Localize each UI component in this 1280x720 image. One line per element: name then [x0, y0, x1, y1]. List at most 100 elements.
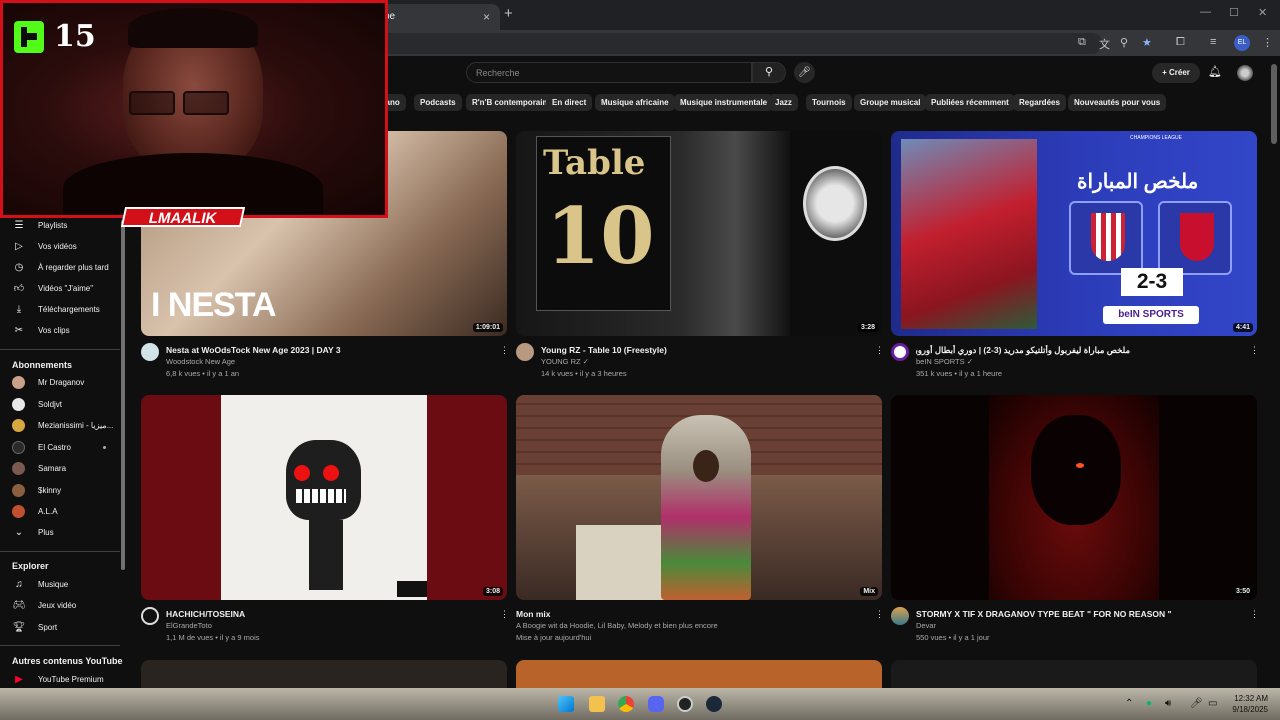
sidebar-item-subscription[interactable]: Mr Draganov [0, 372, 120, 393]
sidebar-item-subscription[interactable]: A.L.A [0, 501, 120, 522]
youtube-icon: ▶ [15, 674, 23, 685]
chip[interactable]: Musique africaine [595, 94, 675, 111]
sidebar-item-your-clips[interactable]: ✂ Vos clips [0, 320, 120, 341]
channel-avatar[interactable] [891, 343, 909, 361]
tab-close-icon[interactable]: × [483, 4, 490, 30]
champions-league-badge: CHAMPIONS LEAGUE [1130, 135, 1182, 141]
search-icon[interactable]: ⚲ [752, 62, 786, 83]
menu-icon[interactable]: ⋮ [1262, 36, 1273, 49]
sidebar-scrollbar[interactable] [121, 220, 125, 570]
minimize-icon[interactable]: — [1200, 6, 1211, 18]
channel-avatar[interactable] [141, 343, 159, 361]
more-actions-icon[interactable]: ⋮ [875, 345, 884, 356]
avatar[interactable] [1237, 65, 1253, 81]
chip[interactable]: Tournois [806, 94, 852, 111]
more-actions-icon[interactable]: ⋮ [1250, 345, 1259, 356]
video-title[interactable]: Nesta at WoOdsTock New Age 2023 | DAY 3 [166, 345, 341, 355]
search-input[interactable]: Recherche [466, 62, 752, 83]
chrome-icon[interactable] [618, 696, 634, 712]
sidebar-item-music[interactable]: ♫ Musique [0, 574, 120, 595]
profile-avatar[interactable]: EL [1234, 35, 1250, 51]
thumbnail-text: ملخص المباراة [1077, 171, 1199, 193]
video-thumbnail[interactable]: CHAMPIONS LEAGUE ملخص المباراة 2-3 beIN … [891, 131, 1257, 336]
sidebar-item-label: Sport [38, 623, 58, 632]
chip[interactable]: R'n'B contemporain [466, 94, 554, 111]
channel-name[interactable]: Woodstock New Age [166, 357, 235, 366]
speaker-icon[interactable]: 🔊︎ [1165, 698, 1171, 709]
address-bar[interactable] [360, 33, 1102, 54]
windows-start-icon[interactable] [558, 696, 574, 712]
file-explorer-icon[interactable] [589, 696, 605, 712]
more-actions-icon[interactable]: ⋮ [1250, 609, 1259, 620]
discord-icon[interactable] [648, 696, 664, 712]
maximize-icon[interactable]: ☐ [1229, 6, 1239, 19]
chip[interactable]: Musique instrumentale [674, 94, 774, 111]
page-scrollbar[interactable] [1271, 64, 1277, 144]
channel-avatar [12, 484, 25, 497]
video-thumbnail[interactable]: 3:50 [891, 395, 1257, 600]
sidebar-item-more[interactable]: ⌄ Plus [0, 522, 120, 543]
chevron-up-icon[interactable]: ⌃ [1125, 698, 1133, 709]
microphone-icon[interactable]: 🎤︎ [1190, 698, 1203, 709]
chip[interactable]: En direct [546, 94, 593, 111]
channel-name[interactable]: Devar [916, 621, 936, 630]
chip[interactable]: Nouveautés pour vous [1068, 94, 1167, 111]
reading-list-icon[interactable]: ≡ [1210, 36, 1216, 48]
glasses-lens [129, 91, 175, 115]
video-title[interactable]: Mon mix [516, 609, 550, 619]
channel-avatar[interactable] [891, 607, 909, 625]
sidebar-item-subscription[interactable]: El Castro [0, 437, 120, 458]
video-title[interactable]: Young RZ - Table 10 (Freestyle) [541, 345, 667, 355]
video-title[interactable]: HACHICH/TOSEINA [166, 609, 245, 619]
sidebar-item-playlists[interactable]: ☰ Playlists [0, 215, 120, 236]
chip[interactable]: Groupe musical [854, 94, 927, 111]
sidebar-item-gaming[interactable]: 🎮︎ Jeux vidéo [0, 595, 120, 616]
video-thumbnail[interactable]: 3:08 [141, 395, 507, 600]
video-title[interactable]: STORMY X TIF X DRAGANOV TYPE BEAT " FOR … [916, 609, 1172, 619]
sidebar-item-youtube-premium[interactable]: ▶ YouTube Premium [0, 669, 120, 690]
window-close-icon[interactable]: ✕ [1258, 6, 1267, 19]
translate-icon[interactable]: 文 [1099, 36, 1110, 52]
sidebar-item-your-videos[interactable]: ▷ Vos vidéos [0, 236, 120, 257]
chip[interactable]: Podcasts [414, 94, 462, 111]
browser-tab[interactable]: be × [370, 4, 500, 30]
sidebar-item-subscription[interactable]: Mezianissimi - ميزيا... [0, 415, 120, 436]
chip[interactable]: Jazz [769, 94, 798, 111]
channel-name[interactable]: ElGrandeToto [166, 621, 212, 630]
chip[interactable]: Publiées récemment [925, 94, 1015, 111]
microphone-icon[interactable]: 🎤︎ [794, 62, 815, 83]
video-thumbnail[interactable]: Table 10 3:28 [516, 131, 882, 336]
more-actions-icon[interactable]: ⋮ [875, 609, 884, 620]
sidebar-item-liked-videos[interactable]: 👍︎ Vidéos "J'aime" [0, 278, 120, 299]
tray-app-icon[interactable]: ● [1146, 698, 1152, 709]
sidebar-item-downloads[interactable]: ⤓ Téléchargements [0, 299, 120, 320]
channel-name[interactable]: A Boogie wit da Hoodie, Lil Baby, Melody… [516, 621, 718, 630]
cast-icon[interactable]: ⧉ [1078, 36, 1086, 49]
sidebar-item-subscription[interactable]: Samara [0, 458, 120, 479]
extensions-icon[interactable]: ⧠ [1176, 36, 1185, 49]
more-actions-icon[interactable]: ⋮ [500, 609, 509, 620]
channel-name[interactable]: beIN SPORTS ✓ [916, 357, 973, 366]
more-actions-icon[interactable]: ⋮ [500, 345, 509, 356]
display-icon[interactable]: ▭ [1208, 698, 1217, 709]
video-stats: 14 k vues • il y a 3 heures [541, 369, 627, 378]
obs-icon[interactable] [677, 696, 693, 712]
bell-icon[interactable]: 🔔︎ [1208, 65, 1222, 78]
video-thumbnail[interactable]: Mix [516, 395, 882, 600]
channel-name[interactable]: YOUNG RZ ✓ [541, 357, 589, 366]
channel-avatar[interactable] [516, 343, 534, 361]
zoom-icon[interactable]: ⚲ [1120, 36, 1128, 49]
bookmark-star-icon[interactable]: ★ [1142, 36, 1152, 49]
steam-icon[interactable] [706, 696, 722, 712]
new-tab-icon[interactable]: + [504, 5, 513, 22]
channel-avatar[interactable] [141, 607, 159, 625]
taskbar-clock[interactable]: 12:32 AM 9/18/2025 [1224, 693, 1268, 715]
create-label: Créer [1169, 68, 1190, 77]
chip[interactable]: Regardées [1013, 94, 1066, 111]
video-title[interactable]: ملخص مباراة ليفربول وأتلتيكو مدريد (3-2)… [916, 345, 1130, 356]
sidebar-item-watch-later[interactable]: ◷ À regarder plus tard [0, 257, 120, 278]
sidebar-item-subscription[interactable]: Soldjvt [0, 394, 120, 415]
create-button[interactable]: + Créer [1152, 63, 1200, 83]
sidebar-item-subscription[interactable]: $kinny [0, 480, 120, 501]
sidebar-item-sport[interactable]: 🏆︎ Sport [0, 617, 120, 638]
